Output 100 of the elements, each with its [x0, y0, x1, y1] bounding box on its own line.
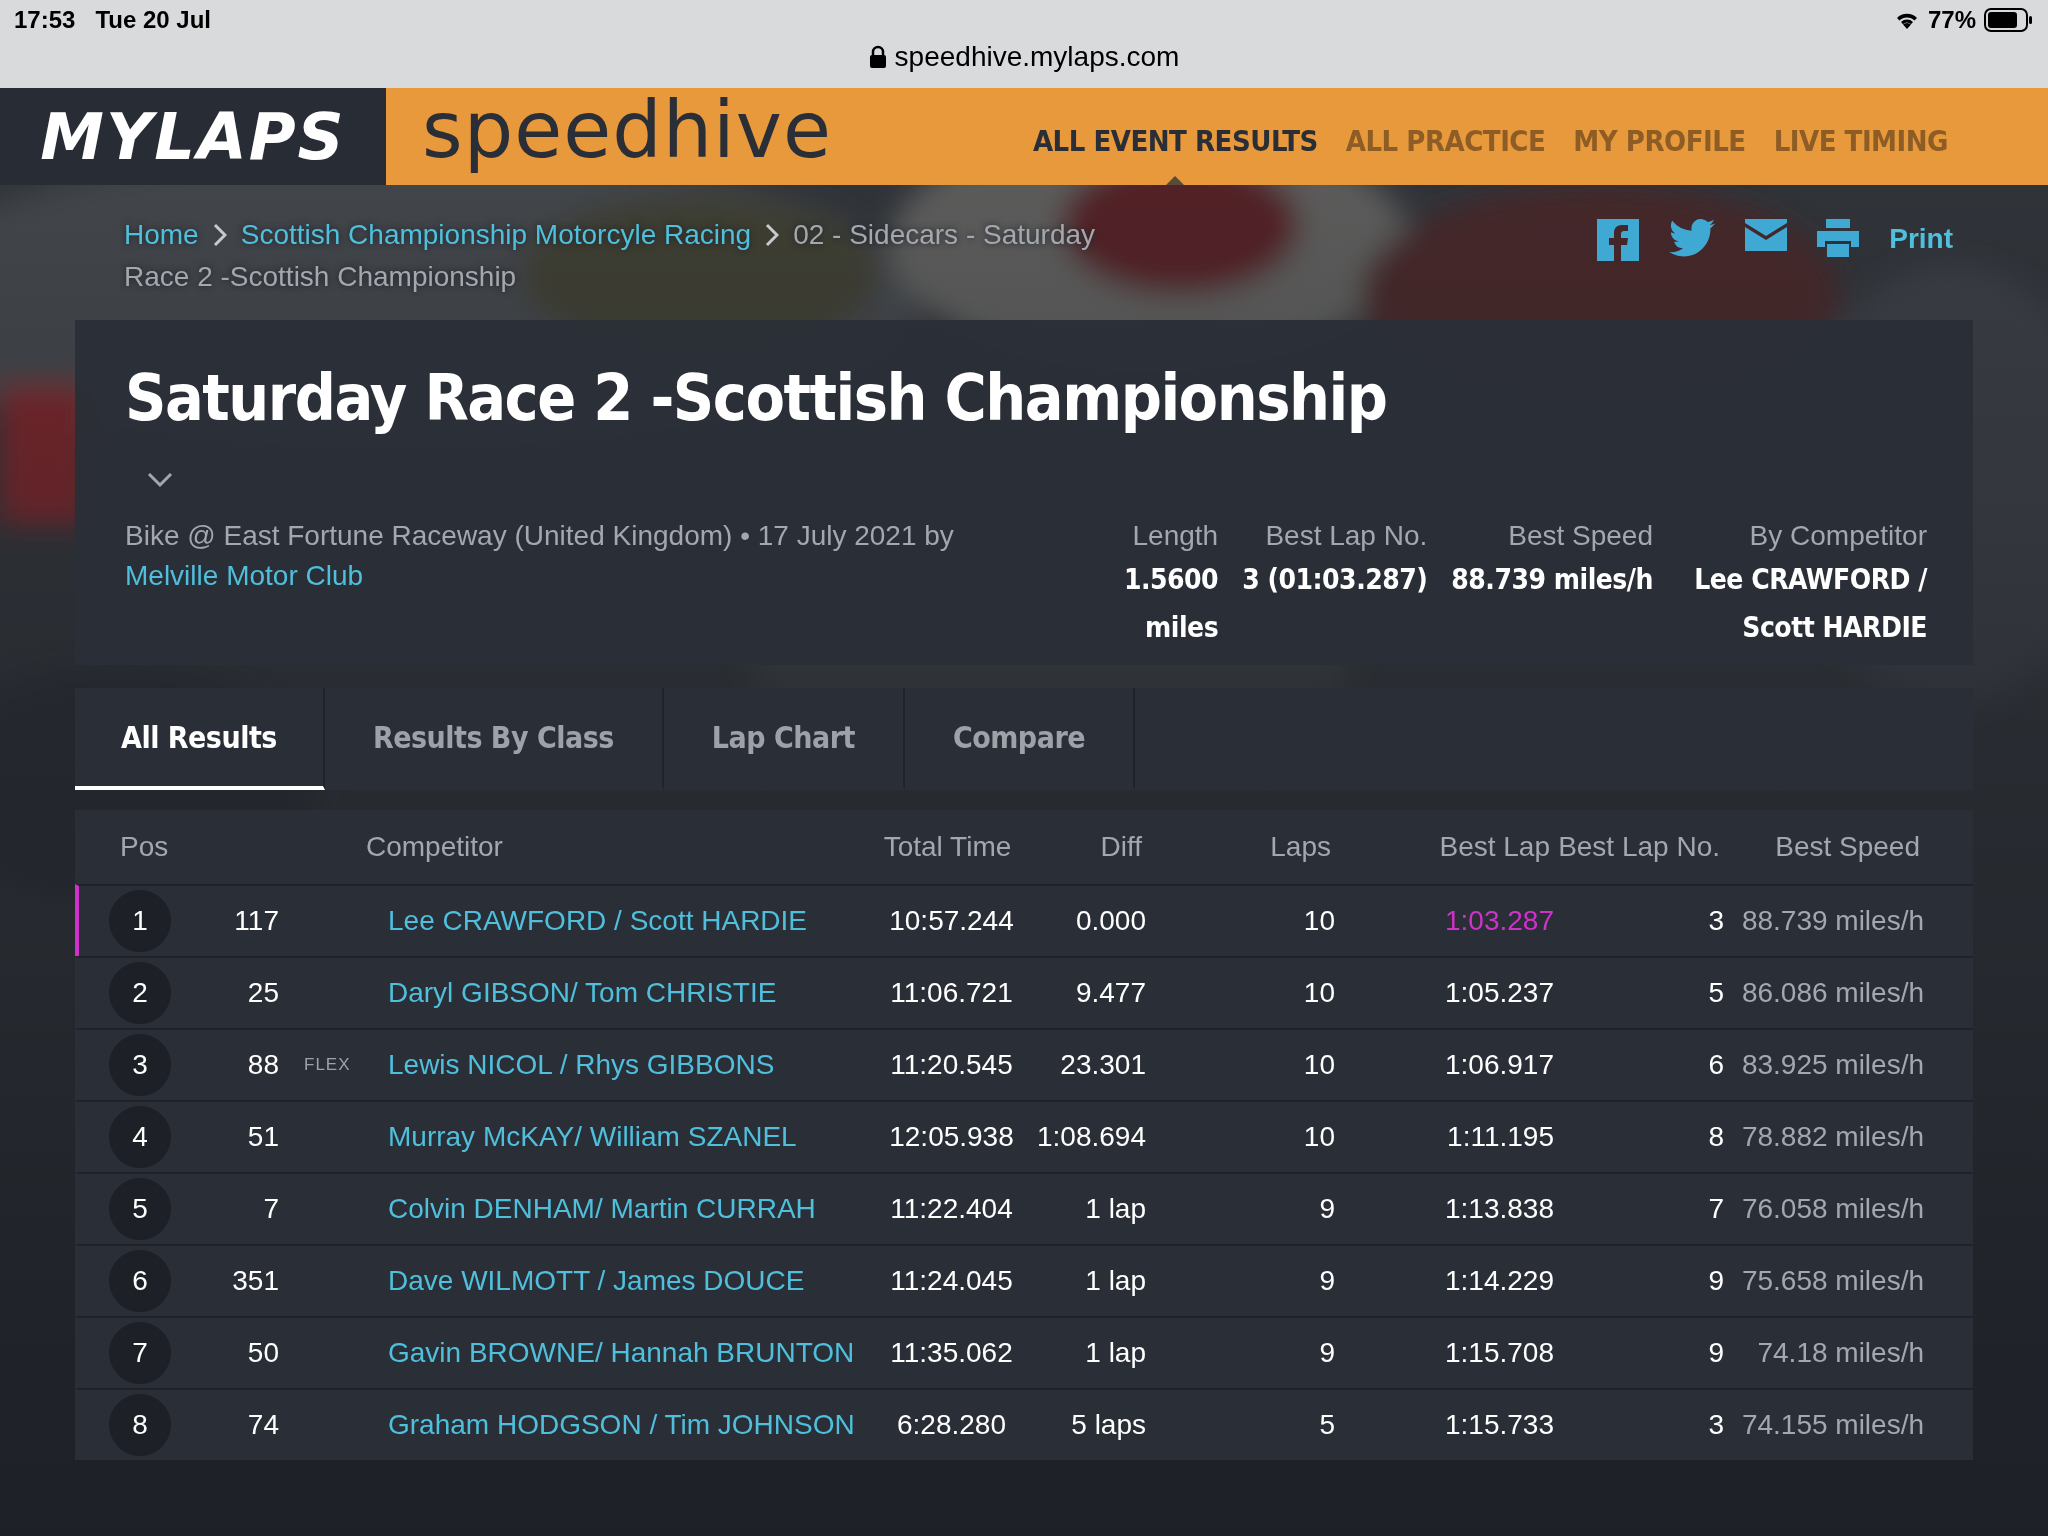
table-cell-text: 1:15.708: [1444, 1337, 1554, 1369]
results-tab[interactable]: Compare: [904, 688, 1136, 790]
print-link[interactable]: Print: [1889, 223, 1953, 255]
stat-label: By Competitor: [1749, 519, 1927, 553]
column-header: Pos: [119, 831, 170, 863]
result-row[interactable]: 8 74 Graham HODGSON / Tim JOHNSON 6:28.280 5 laps 5 1:15.733 3 74.155 miles/h: [75, 1388, 1973, 1460]
table-cell-text: 76.058 miles/h: [1740, 1193, 1924, 1225]
result-row[interactable]: 4 51 Murray McKAY/ William SZANEL 12:05.938 1:08.694 10 1:11.195 8 78.882 miles/h: [75, 1100, 1973, 1172]
table-cell-text: 1 lap: [1084, 1193, 1146, 1225]
position-badge: 3: [109, 1034, 171, 1096]
clock-time: 17:53: [14, 6, 76, 34]
table-cell-text: 7: [1707, 1193, 1724, 1225]
results-tab[interactable]: Lap Chart: [663, 688, 905, 790]
stat-value: 3 (01:03.287): [1242, 562, 1428, 598]
facebook-icon[interactable]: [1597, 219, 1640, 261]
position-badge: 8: [109, 1394, 171, 1456]
breadcrumb-link[interactable]: Scottish Championship Motorcyle Racing: [240, 219, 752, 251]
event-title: Saturday Race 2 -Scottish Championship: [125, 360, 1388, 437]
position-badge: 2: [109, 962, 171, 1024]
car-number: 351: [231, 1265, 279, 1297]
table-cell-text: 78.882 miles/h: [1740, 1121, 1924, 1153]
position-badge: 7: [109, 1322, 171, 1384]
stat-label: Best Lap No.: [1265, 519, 1428, 553]
stat-value: 1.5600 miles: [1123, 562, 1219, 646]
table-cell-text: 11:24.045: [889, 1265, 1014, 1297]
print-icon[interactable]: [1817, 219, 1860, 257]
car-number: 88: [246, 1049, 279, 1081]
date-text: Tue 20 Jul: [95, 6, 211, 34]
table-cell-text: 1 lap: [1084, 1265, 1146, 1297]
results-tab[interactable]: Results By Class: [324, 688, 664, 790]
table-cell-text: 11:06.721: [889, 977, 1014, 1009]
event-info: Bike @ East Fortune Raceway (United Kingdom) • 17 July 2021 by: [125, 520, 954, 551]
table-cell-text: 75.658 miles/h: [1740, 1265, 1924, 1297]
table-cell-text: 86.086 miles/h: [1740, 977, 1924, 1009]
stat-value: 88.739 miles/h: [1451, 562, 1653, 598]
column-header: Best Lap: [1438, 831, 1550, 863]
table-cell-text: 74.18 miles/h: [1756, 1337, 1924, 1369]
nav-link[interactable]: ALL EVENT RESULTS: [1032, 88, 1318, 185]
table-cell-text: 3: [1707, 1409, 1724, 1441]
competitor-link[interactable]: Lewis NICOL / Rhys GIBBONS: [379, 1049, 879, 1081]
table-cell-text: 9.477: [1074, 977, 1146, 1009]
class-tag: FLEX: [279, 1055, 379, 1075]
results-tab[interactable]: All Results: [75, 688, 325, 790]
stat-value: Lee CRAWFORD / Scott HARDIE: [1693, 562, 1927, 646]
battery-icon: [1984, 8, 2034, 32]
stat-label: Length: [1132, 519, 1219, 553]
competitor-link[interactable]: Gavin BROWNE/ Hannah BRUNTON: [379, 1337, 879, 1369]
position-badge: 5: [109, 1178, 171, 1240]
result-row[interactable]: 5 7 Colvin DENHAM/ Martin CURRAH 11:22.404 1 lap 9 1:13.838 7 76.058 miles/h: [75, 1172, 1973, 1244]
competitor-link[interactable]: Murray McKAY/ William SZANEL: [379, 1121, 879, 1153]
twitter-icon[interactable]: [1669, 219, 1716, 257]
position-badge: 4: [109, 1106, 171, 1168]
position-badge: 6: [109, 1250, 171, 1312]
table-cell-text: 10: [1302, 1121, 1335, 1153]
position-badge: 1: [109, 890, 171, 952]
table-cell-text: 8: [1707, 1121, 1724, 1153]
table-cell-text: 10: [1302, 977, 1335, 1009]
table-cell-text: 1:15.733: [1444, 1409, 1554, 1441]
car-number: 50: [246, 1337, 279, 1369]
table-cell-text: 1:08.694: [1036, 1121, 1146, 1153]
url-text[interactable]: speedhive.mylaps.com: [894, 41, 1180, 73]
chevron-down-icon[interactable]: [147, 472, 173, 488]
breadcrumb-link[interactable]: Home: [124, 219, 199, 251]
table-cell-text: 10:57.244: [888, 905, 1015, 937]
table-cell-text: 1:13.838: [1444, 1193, 1554, 1225]
column-header: Diff: [1099, 831, 1142, 863]
result-row[interactable]: 7 50 Gavin BROWNE/ Hannah BRUNTON 11:35.062 1 lap 9 1:15.708 9 74.18 miles/h: [75, 1316, 1973, 1388]
result-row[interactable]: 3 88 FLEX Lewis NICOL / Rhys GIBBONS 11:20.545 23.301 10 1:06.917 6 83.925 miles/h: [75, 1028, 1973, 1100]
competitor-link[interactable]: Daryl GIBSON/ Tom CHRISTIE: [379, 977, 879, 1009]
table-cell-text: 5: [1707, 977, 1724, 1009]
result-row[interactable]: 2 25 Daryl GIBSON/ Tom CHRISTIE 11:06.721 9.477 10 1:05.237 5 86.086 miles/h: [75, 956, 1973, 1028]
table-cell-text: 9: [1707, 1337, 1724, 1369]
table-cell-text: 1:03.287: [1444, 905, 1554, 937]
table-cell-text: 10: [1302, 1049, 1335, 1081]
table-cell-text: 0.000: [1074, 905, 1146, 937]
mail-icon[interactable]: [1745, 219, 1788, 251]
table-cell-text: 9: [1707, 1265, 1724, 1297]
organizer-link[interactable]: Melville Motor Club: [125, 556, 1094, 596]
chevron-right-icon: [765, 223, 780, 247]
table-cell-text: 1:14.229: [1444, 1265, 1554, 1297]
result-row[interactable]: 1 117 Lee CRAWFORD / Scott HARDIE 10:57.244 0.000 10 1:03.287 3 88.739 miles/h: [75, 884, 1973, 956]
table-cell-text: 1:11.195: [1446, 1121, 1554, 1153]
car-number: 51: [246, 1121, 279, 1153]
car-number: 117: [233, 905, 279, 937]
competitor-link[interactable]: Lee CRAWFORD / Scott HARDIE: [379, 905, 879, 937]
speedhive-logo[interactable]: speedhive: [422, 84, 832, 175]
breadcrumb-current: 02 - Sidecars - Saturday: [793, 219, 1096, 251]
table-cell-text: 10: [1302, 905, 1335, 937]
table-cell-text: 1 lap: [1084, 1337, 1146, 1369]
table-cell-text: 9: [1318, 1193, 1335, 1225]
table-cell-text: 11:20.545: [889, 1049, 1014, 1081]
competitor-link[interactable]: Dave WILMOTT / James DOUCE: [379, 1265, 879, 1297]
competitor-link[interactable]: Colvin DENHAM/ Martin CURRAH: [379, 1193, 879, 1225]
column-header: Best Lap No.: [1557, 831, 1720, 863]
table-cell-text: 3: [1707, 905, 1724, 937]
table-cell-text: 83.925 miles/h: [1740, 1049, 1924, 1081]
stat-label: Best Speed: [1508, 519, 1653, 553]
competitor-link[interactable]: Graham HODGSON / Tim JOHNSON: [379, 1409, 879, 1441]
result-row[interactable]: 6 351 Dave WILMOTT / James DOUCE 11:24.045 1 lap 9 1:14.229 9 75.658 miles/h: [75, 1244, 1973, 1316]
table-cell-text: 6:28.280: [896, 1409, 1007, 1441]
